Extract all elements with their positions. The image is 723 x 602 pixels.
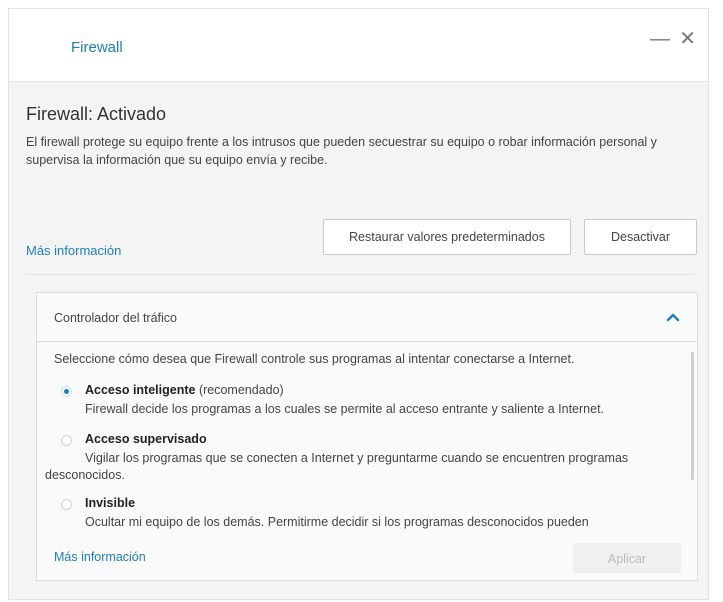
apply-button[interactable]: Aplicar: [573, 543, 681, 573]
firewall-status-heading: Firewall: Activado: [26, 104, 167, 124]
firewall-description: El firewall protege su equipo frente a l…: [26, 135, 657, 167]
window-title: Firewall: [71, 39, 123, 56]
title-bar: Firewall — ✕: [9, 9, 708, 82]
scrollbar-thumb[interactable]: [691, 352, 694, 480]
minimize-button[interactable]: —: [650, 29, 670, 49]
option-smart-access[interactable]: Acceso inteligente (recomendado) Firewal…: [57, 383, 683, 423]
radio-invisible[interactable]: [61, 499, 72, 510]
option-description: Ocultar mi equipo de los demás. Permitir…: [85, 515, 589, 529]
option-label: Invisible: [85, 496, 136, 510]
radio-supervised-access[interactable]: [61, 435, 72, 446]
panel-header[interactable]: Controlador del tráfico: [37, 293, 697, 342]
panel-intro: Seleccione cómo desea que Firewall contr…: [54, 352, 575, 366]
option-recommended: (recomendado): [198, 383, 284, 397]
panel-title: Controlador del tráfico: [54, 311, 177, 325]
option-label: Acceso supervisado: [85, 432, 207, 446]
option-label: Acceso inteligente (recomendado): [85, 383, 284, 397]
divider: [26, 274, 694, 275]
more-info-link[interactable]: Más información: [26, 243, 121, 258]
option-description: Firewall decide los programas a los cual…: [85, 402, 605, 416]
chevron-up-icon[interactable]: [663, 307, 683, 327]
deactivate-button[interactable]: Desactivar: [584, 219, 697, 255]
scrollbar[interactable]: [687, 342, 697, 535]
firewall-window: Firewall — ✕ Firewall: Activado El firew…: [8, 8, 709, 600]
radio-smart-access[interactable]: [61, 386, 72, 397]
restore-defaults-button[interactable]: Restaurar valores predeterminados: [323, 219, 571, 255]
panel-more-info-link[interactable]: Más información: [54, 550, 146, 564]
traffic-controller-panel: Controlador del tráfico Seleccione cómo …: [36, 292, 698, 581]
option-invisible[interactable]: Invisible Ocultar mi equipo de los demás…: [57, 496, 683, 535]
option-supervised-access[interactable]: Acceso supervisado Vigilar los programas…: [45, 432, 683, 482]
panel-body: Seleccione cómo desea que Firewall contr…: [37, 342, 697, 535]
close-button[interactable]: ✕: [679, 29, 696, 49]
option-description: Vigilar los programas que se conecten a …: [45, 451, 629, 482]
panel-footer: Más información Aplicar: [37, 534, 697, 580]
